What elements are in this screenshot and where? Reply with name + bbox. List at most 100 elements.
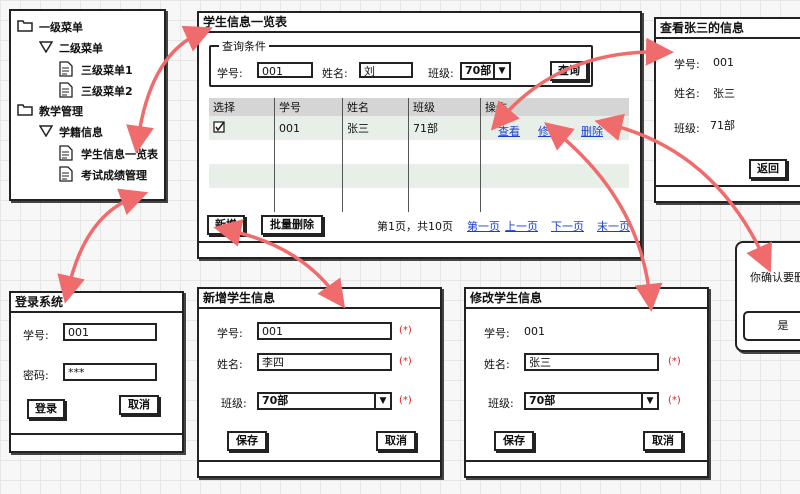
column-header: 操作	[480, 98, 629, 116]
add-class-value: 70部	[262, 394, 289, 407]
cell-student-id: 001	[274, 116, 343, 140]
menu-tree-panel: 一级菜单 二级菜单 三级菜单1 三级菜单2 教学管理 学籍信息 学生信息一览表 …	[9, 9, 166, 201]
next-page-link[interactable]: 下一页	[551, 218, 584, 234]
window-title: 查看张三的信息	[656, 19, 800, 39]
detail-class-value: 71部	[710, 119, 735, 132]
window-title: 修改学生信息	[466, 289, 707, 309]
batch-delete-button[interactable]: 批量删除	[261, 215, 323, 235]
edit-name-input[interactable]: 张三	[524, 353, 659, 371]
dropdown-arrow-icon[interactable]: ▼	[641, 394, 657, 408]
query-button[interactable]: 查询	[550, 61, 588, 81]
add-save-button[interactable]: 保存	[227, 431, 267, 451]
table-row	[209, 188, 629, 212]
cell-student-name: 张三	[342, 116, 409, 140]
column-header: 班级	[408, 98, 481, 116]
column-header: 学号	[274, 98, 343, 116]
required-mark: (*)	[399, 325, 412, 336]
window-title: 学生信息一览表	[199, 13, 640, 33]
menu-item-level1[interactable]: 一级菜单	[39, 19, 83, 35]
login-user-input[interactable]: 001	[63, 323, 157, 341]
login-password-label: 密码:	[23, 369, 49, 382]
window-title: 新增学生信息	[199, 289, 440, 309]
checkbox-checked-icon[interactable]	[213, 120, 225, 133]
window-footer	[466, 460, 707, 476]
login-password-input[interactable]: ***	[63, 363, 157, 381]
menu-item-student-records[interactable]: 学籍信息	[59, 124, 103, 140]
login-user-label: 学号:	[23, 329, 49, 342]
add-id-input[interactable]: 001	[257, 322, 392, 340]
student-name-label: 姓名:	[322, 67, 348, 80]
view-detail-window: 查看张三的信息 学号: 001 姓名: 张三 班级: 71部 返回	[654, 17, 800, 203]
column-header: 选择	[209, 98, 275, 116]
add-class-label: 班级:	[221, 397, 247, 410]
required-mark: (*)	[668, 356, 681, 367]
edit-id-value: 001	[524, 325, 545, 338]
student-name-input[interactable]: 刘	[359, 62, 413, 78]
flow-arrow-login-to-tree	[57, 188, 149, 304]
query-legend: 查询条件	[219, 38, 269, 54]
login-cancel-button[interactable]: 取消	[119, 395, 159, 415]
detail-class-label: 班级:	[674, 122, 700, 135]
detail-name-value: 张三	[713, 87, 735, 100]
edit-student-window: 修改学生信息 学号: 001 姓名: 张三 (*) 班级: 70部 ▼ (*) …	[464, 287, 709, 478]
edit-name-label: 姓名:	[484, 358, 510, 371]
first-page-link[interactable]: 第一页	[467, 218, 500, 234]
table-row	[209, 140, 629, 164]
page-info: 第1页，共10页	[377, 220, 453, 233]
column-header: 姓名	[342, 98, 409, 116]
triangle-down-icon[interactable]	[39, 125, 53, 137]
add-button[interactable]: 新增	[207, 215, 245, 235]
student-table: 选择 学号 姓名 班级 操作 001 张三 71部	[209, 98, 629, 212]
class-select-value: 70部	[465, 64, 492, 77]
detail-id-value: 001	[713, 56, 734, 69]
confirm-dialog: 你确认要删 是	[735, 241, 800, 352]
dropdown-arrow-icon[interactable]: ▼	[493, 64, 509, 78]
menu-item-teaching[interactable]: 教学管理	[39, 103, 83, 119]
view-link[interactable]: 查看	[498, 123, 520, 139]
document-icon	[59, 145, 73, 161]
class-label: 班级:	[428, 67, 454, 80]
login-button[interactable]: 登录	[27, 399, 65, 419]
window-footer	[656, 185, 800, 201]
folder-icon	[17, 104, 33, 116]
edit-save-button[interactable]: 保存	[494, 431, 534, 451]
student-id-input[interactable]: 001	[257, 62, 313, 78]
delete-link[interactable]: 删除	[581, 123, 603, 139]
cell-class: 71部	[408, 116, 481, 140]
folder-icon	[17, 20, 33, 32]
document-icon	[59, 82, 73, 98]
confirm-yes-button[interactable]: 是	[743, 311, 800, 341]
student-id-label: 学号:	[217, 67, 243, 80]
add-student-window: 新增学生信息 学号: 001 (*) 姓名: 李四 (*) 班级: 70部 ▼ …	[197, 287, 442, 478]
edit-class-label: 班级:	[488, 397, 514, 410]
edit-id-label: 学号:	[484, 327, 510, 340]
class-select[interactable]: 70部 ▼	[460, 62, 511, 80]
required-mark: (*)	[668, 395, 681, 406]
dropdown-arrow-icon[interactable]: ▼	[374, 394, 390, 408]
last-page-link[interactable]: 末一页	[597, 218, 630, 234]
menu-item-level3-2[interactable]: 三级菜单2	[81, 83, 133, 99]
table-row: 001 张三 71部	[209, 116, 629, 140]
detail-name-label: 姓名:	[674, 87, 700, 100]
menu-item-exam-scores[interactable]: 考试成绩管理	[81, 167, 147, 183]
add-class-select[interactable]: 70部 ▼	[257, 392, 392, 410]
back-button[interactable]: 返回	[749, 159, 787, 179]
required-mark: (*)	[399, 395, 412, 406]
add-cancel-button[interactable]: 取消	[376, 431, 416, 451]
edit-class-select[interactable]: 70部 ▼	[524, 392, 659, 410]
prev-page-link[interactable]: 上一页	[505, 218, 538, 234]
row-checkbox-cell[interactable]	[209, 116, 275, 140]
document-icon	[59, 166, 73, 182]
add-name-input[interactable]: 李四	[257, 353, 392, 371]
student-list-window: 学生信息一览表 查询条件 学号: 001 姓名: 刘 班级: 70部 ▼ 查询 …	[197, 11, 642, 259]
menu-item-level2[interactable]: 二级菜单	[59, 40, 103, 56]
window-footer	[11, 433, 182, 449]
edit-cancel-button[interactable]: 取消	[643, 431, 683, 451]
menu-item-level3-1[interactable]: 三级菜单1	[81, 62, 133, 78]
menu-item-student-list[interactable]: 学生信息一览表	[81, 146, 158, 162]
add-id-label: 学号:	[217, 327, 243, 340]
triangle-down-icon[interactable]	[39, 41, 53, 53]
document-icon	[59, 61, 73, 77]
window-footer	[199, 460, 440, 476]
edit-link[interactable]: 修改	[538, 123, 560, 139]
